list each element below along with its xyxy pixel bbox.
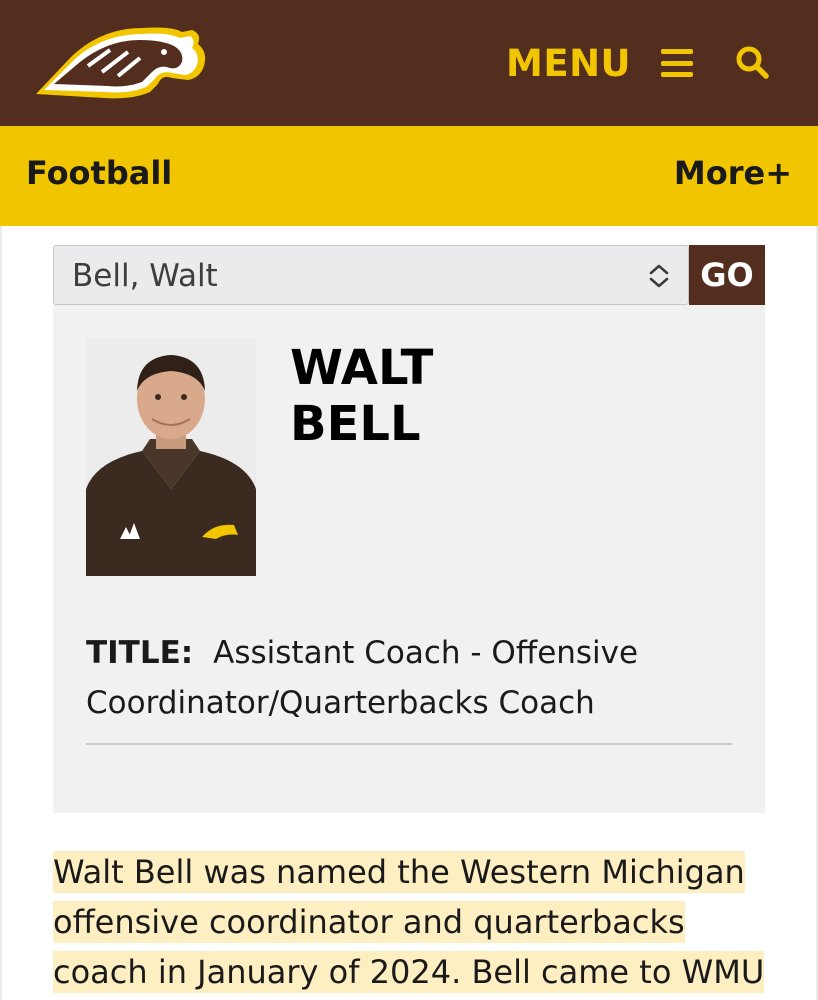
- search-icon[interactable]: [734, 44, 770, 80]
- roster-select[interactable]: Bell, Walt: [53, 245, 689, 305]
- coach-first-name: WALT: [290, 340, 434, 396]
- coach-last-name: BELL: [290, 396, 421, 452]
- go-button[interactable]: GO: [689, 245, 765, 305]
- menu-button[interactable]: MENU: [506, 40, 694, 86]
- bronco-logo[interactable]: [32, 22, 210, 102]
- chevron-updown-icon: [649, 264, 669, 288]
- coach-bio: Walt Bell was named the Western Michigan…: [53, 847, 773, 997]
- coach-headshot: [86, 339, 256, 576]
- more-link[interactable]: More+: [674, 154, 792, 192]
- divider: [86, 743, 732, 745]
- sport-title[interactable]: Football: [26, 154, 172, 192]
- menu-label: MENU: [506, 41, 632, 85]
- roster-select-value: Bell, Walt: [72, 258, 218, 294]
- coach-title: TITLE: Assistant Coach - Offensive Coordi…: [86, 628, 726, 728]
- bio-text: Walt Bell was named the Western Michigan…: [53, 851, 765, 993]
- title-label: TITLE:: [86, 635, 194, 671]
- hamburger-icon: [661, 49, 694, 77]
